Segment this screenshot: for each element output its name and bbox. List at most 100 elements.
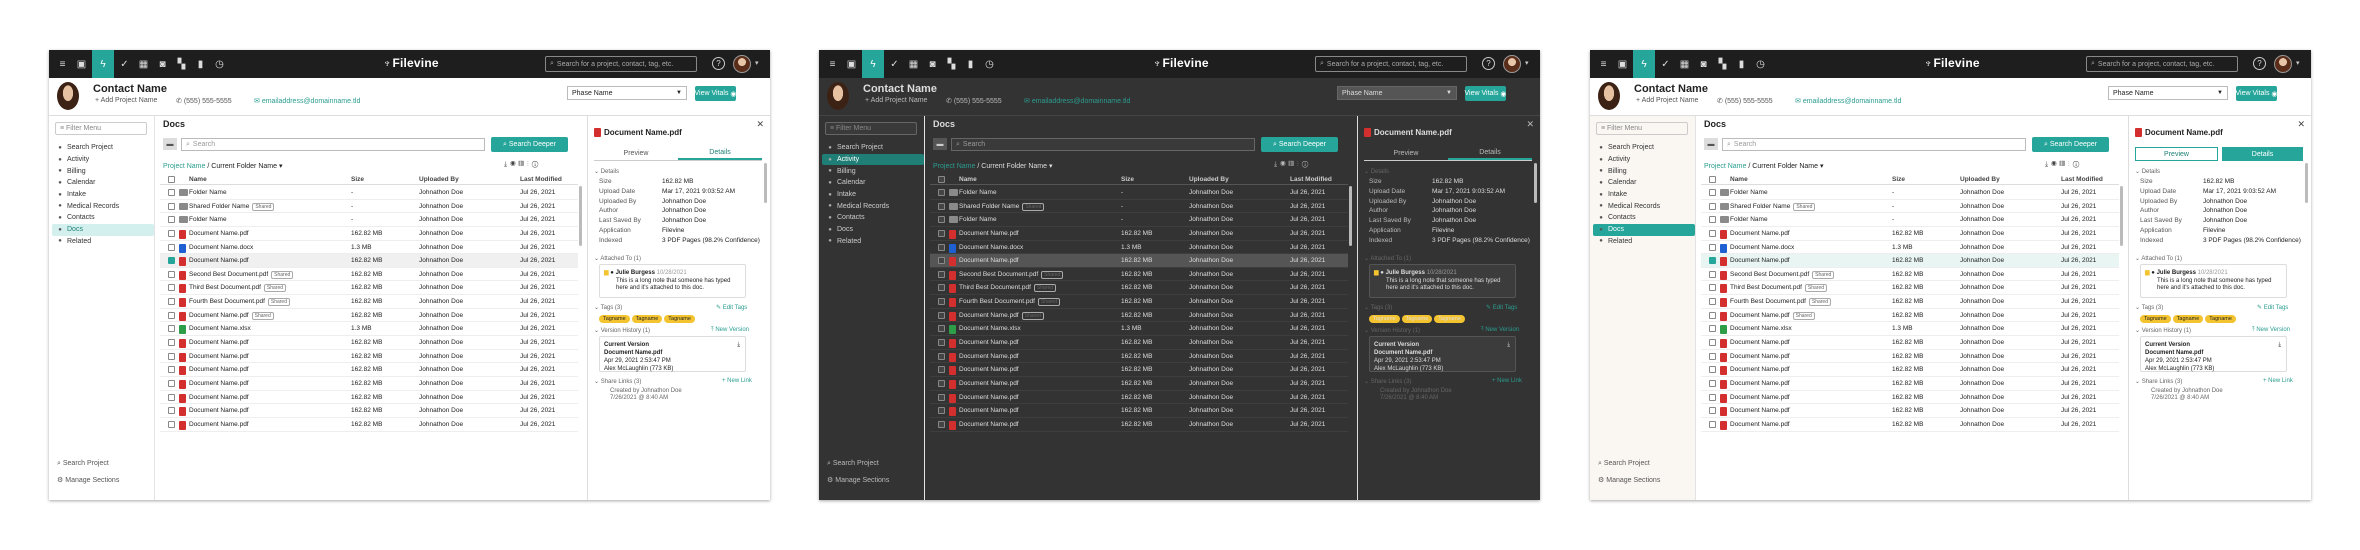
bolt-icon[interactable]: ϟ — [862, 50, 884, 78]
filter-menu-input[interactable]: ≡ Filter Menu — [1596, 122, 1688, 135]
row-name[interactable]: Document Name.pdf — [189, 230, 249, 237]
table-scrollbar[interactable] — [579, 186, 582, 246]
info-icon[interactable]: ⓘ — [532, 161, 542, 168]
sidebar-item-medical-records[interactable]: ● Medical Records — [822, 200, 924, 212]
version-card[interactable]: Current Version ⤓ Document Name.pdf Apr … — [1369, 336, 1516, 372]
tag-chip[interactable]: Tagname — [1401, 315, 1433, 323]
table-row[interactable]: Document Name.pdf 162.82 MB Johnathon Doe J… — [160, 350, 578, 364]
row-checkbox[interactable] — [168, 216, 175, 224]
row-checkbox[interactable] — [168, 229, 175, 237]
user-avatar[interactable] — [2274, 55, 2292, 73]
sidebar-item-activity[interactable]: ● Activity — [1593, 154, 1695, 166]
manage-sections-link[interactable]: ⚙ Manage Sections — [827, 476, 889, 484]
table-row[interactable]: Document Name.pdf 162.82 MB Johnathon Doe J… — [1701, 254, 2119, 268]
row-checkbox[interactable] — [938, 393, 945, 401]
new-version-link[interactable]: ⤒ New Version — [2252, 327, 2290, 334]
row-name[interactable]: Document Name.pdf — [1730, 407, 1790, 414]
phase-select[interactable]: Phase Name ▼ — [1337, 86, 1457, 100]
share-link-item[interactable]: Created by Johnathon Doe 7/26/2021 @ 8:40… — [610, 388, 682, 402]
column-size[interactable]: Size — [351, 176, 364, 183]
row-checkbox[interactable] — [938, 325, 945, 333]
contact-phone[interactable]: ✆ (555) 555-5555 — [1717, 97, 1773, 105]
row-name[interactable]: Document Name.pdf — [1730, 339, 1790, 346]
table-row[interactable]: Document Name.pdf 162.82 MB Johnathon Doe J… — [160, 391, 578, 405]
brand-logo[interactable]: ♆Filevine — [1924, 56, 1980, 70]
sidebar-item-search-project[interactable]: ● Search Project — [52, 142, 154, 154]
chevron-down-icon[interactable]: ▾ — [2296, 59, 2300, 67]
row-checkbox[interactable] — [1709, 393, 1716, 401]
table-row[interactable]: Folder Name - Johnathon Doe Jul 26, 2021 — [1701, 186, 2119, 200]
row-checkbox[interactable] — [938, 311, 945, 319]
chevron-down-icon[interactable]: ▾ — [755, 59, 759, 67]
calendar-icon[interactable]: ▦ — [905, 53, 922, 75]
sidebar-item-docs[interactable]: ● Docs — [822, 224, 924, 236]
contact-email[interactable]: ✉ emailaddress@domainname.tld — [1795, 97, 1901, 105]
row-checkbox[interactable] — [1709, 379, 1716, 387]
table-row[interactable]: Document Name.pdf 162.82 MB Johnathon Doe J… — [930, 336, 1348, 350]
row-name[interactable]: Document Name.pdf — [959, 394, 1019, 401]
sidebar-item-medical-records[interactable]: ● Medical Records — [52, 200, 154, 212]
breadcrumb-project[interactable]: Project Name — [933, 163, 975, 170]
tags-section-header[interactable]: ⌄ Tags (3) — [2135, 304, 2163, 311]
tag-chip[interactable]: Tagname — [1434, 315, 1465, 323]
row-name[interactable]: Document Name.pdf — [189, 407, 249, 414]
row-name[interactable]: Folder Name — [1730, 189, 1768, 196]
row-name[interactable]: Document Name.pdf — [1730, 394, 1790, 401]
share-section-header[interactable]: ⌄ Share Links (3) — [594, 378, 641, 385]
table-row[interactable]: Document Name.pdf Shared 162.82 MB Johnatho… — [930, 309, 1348, 323]
table-row[interactable]: Document Name.pdf 162.82 MB Johnathon Doe J… — [930, 227, 1348, 241]
table-row[interactable]: Document Name.pdf 162.82 MB Johnathon Doe J… — [930, 254, 1348, 268]
tag-chip[interactable]: Tagname — [2205, 315, 2236, 323]
menu-icon[interactable]: ≡ — [1595, 53, 1612, 75]
new-link-button[interactable]: + New Link — [722, 378, 752, 384]
table-row[interactable]: Document Name.pdf 162.82 MB Johnathon Doe J… — [1701, 363, 2119, 377]
row-name[interactable]: Document Name.xlsx — [959, 325, 1021, 332]
row-name[interactable]: Document Name.docx — [959, 244, 1023, 251]
row-name[interactable]: Document Name.pdf — [189, 257, 249, 264]
row-checkbox[interactable] — [938, 229, 945, 237]
table-row[interactable]: Shared Folder Name Shared - Johnathon Doe Ju… — [160, 200, 578, 214]
table-row[interactable]: Document Name.pdf 162.82 MB Johnathon Doe J… — [160, 254, 578, 268]
version-card[interactable]: Current Version ⤓ Document Name.pdf Apr … — [599, 336, 746, 372]
edit-tags-link[interactable]: ✎ Edit Tags — [1486, 304, 1517, 311]
phase-select[interactable]: Phase Name ▼ — [2108, 86, 2228, 100]
view-vitals-button[interactable]: View Vitals ◉ — [694, 86, 737, 101]
row-name[interactable]: Document Name.xlsx — [189, 325, 251, 332]
column-name[interactable]: Name — [959, 176, 977, 183]
version-section-header[interactable]: ⌄ Version History (1) — [1364, 327, 1420, 334]
row-name[interactable]: Document Name.pdf Shared — [189, 311, 274, 320]
info-icon[interactable]: ⓘ — [1302, 161, 1312, 168]
attached-note-card[interactable]: ▆ ● Julie Burgess 10/28/2021 This is a l… — [1369, 264, 1516, 298]
table-row[interactable]: Document Name.pdf 162.82 MB Johnathon Doe J… — [1701, 404, 2119, 418]
row-checkbox[interactable] — [1709, 366, 1716, 374]
timer-icon[interactable]: ◷ — [1752, 53, 1769, 75]
folder-icon[interactable]: ▬ — [933, 138, 947, 150]
column-name[interactable]: Name — [189, 176, 207, 183]
version-section-header[interactable]: ⌄ Version History (1) — [2135, 327, 2191, 334]
row-checkbox[interactable] — [1709, 311, 1716, 319]
table-row[interactable]: Third Best Document.pdf Shared 162.82 MB Jo… — [930, 281, 1348, 296]
row-checkbox[interactable] — [938, 379, 945, 387]
chevron-down-icon[interactable]: ▾ — [1049, 163, 1053, 170]
table-row[interactable]: Document Name.pdf 162.82 MB Johnathon Doe J… — [1701, 391, 2119, 405]
column-size[interactable]: Size — [1892, 176, 1905, 183]
sidebar-item-related[interactable]: ● Related — [52, 236, 154, 248]
breadcrumb-project[interactable]: Project Name — [1704, 163, 1746, 170]
attached-section-header[interactable]: ⌄ Attached To (1) — [1364, 255, 1411, 262]
sidebar-item-activity[interactable]: ● Activity — [822, 153, 924, 166]
row-name[interactable]: Document Name.docx — [1730, 244, 1794, 251]
tag-chip[interactable]: Tagname — [599, 315, 630, 323]
chevron-down-icon[interactable]: ▾ — [1820, 163, 1824, 170]
add-project-link[interactable]: + Add Project Name — [865, 97, 927, 104]
row-name[interactable]: Fourth Best Document.pdf Shared — [1730, 298, 1831, 307]
sidebar-item-calendar[interactable]: ● Calendar — [1593, 177, 1695, 189]
table-row[interactable]: Document Name.pdf 162.82 MB Johnathon Doe J… — [160, 336, 578, 350]
breadcrumb-project[interactable]: Project Name — [163, 163, 205, 170]
table-row[interactable]: Document Name.pdf 162.82 MB Johnathon Doe J… — [930, 350, 1348, 364]
table-row[interactable]: Third Best Document.pdf Shared 162.82 MB Jo… — [160, 281, 578, 296]
row-name[interactable]: Folder Name — [189, 189, 227, 196]
table-row[interactable]: Document Name.xlsx 1.3 MB Johnathon Doe Jul… — [930, 322, 1348, 337]
row-checkbox[interactable] — [168, 298, 175, 306]
share-link-item[interactable]: Created by Johnathon Doe 7/26/2021 @ 8:40… — [2151, 388, 2223, 402]
table-scrollbar[interactable] — [2120, 186, 2123, 246]
